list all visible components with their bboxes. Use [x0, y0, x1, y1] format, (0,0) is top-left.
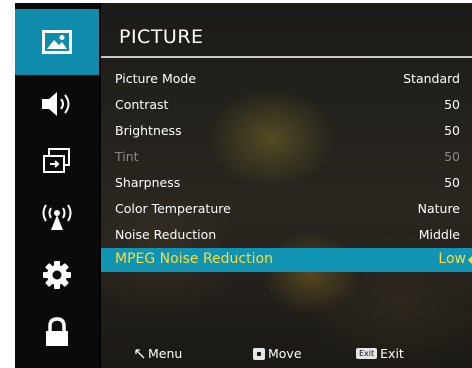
return-arrow-icon [135, 348, 145, 358]
sidebar-item-picture[interactable] [15, 9, 99, 75]
footer-menu-label: Menu [148, 346, 183, 361]
footer-exit-hint: Exit Exit [356, 346, 404, 361]
menu-item-noise-reduction[interactable]: Noise Reduction Middle [101, 223, 472, 249]
key-hint-footer: Menu Move Exit Exit [101, 343, 472, 363]
picture-icon [42, 30, 72, 54]
menu-item-label: Color Temperature [115, 201, 231, 216]
tv-osd-menu: PICTURE Picture Mode Standard Contrast 5… [15, 3, 472, 368]
menu-item-label: MPEG Noise Reduction [115, 251, 273, 267]
left-arrow-icon[interactable] [468, 256, 472, 264]
lock-icon [46, 316, 68, 346]
menu-item-brightness[interactable]: Brightness 50 [101, 119, 472, 145]
menu-item-label: Contrast [115, 97, 169, 112]
menu-item-value: Nature [417, 201, 460, 216]
menu-item-picture-mode[interactable]: Picture Mode Standard [101, 67, 472, 93]
menu-item-mpeg-noise-reduction[interactable]: MPEG Noise Reduction Low [101, 248, 472, 272]
menu-item-label: Picture Mode [115, 71, 197, 86]
footer-exit-label: Exit [380, 346, 404, 361]
menu-item-label: Noise Reduction [115, 227, 217, 242]
menu-item-value: 50 [444, 97, 460, 112]
menu-title: PICTURE [119, 26, 204, 48]
sidebar-item-sound[interactable] [15, 75, 99, 132]
picture-settings-panel: PICTURE Picture Mode Standard Contrast 5… [101, 3, 472, 368]
menu-item-value: 50 [444, 149, 460, 164]
menu-item-contrast[interactable]: Contrast 50 [101, 93, 472, 119]
menu-item-value: Low [438, 251, 466, 267]
menu-item-value: 50 [444, 175, 460, 190]
sidebar-item-lock[interactable] [15, 303, 99, 360]
menu-item-value: Standard [403, 71, 460, 86]
footer-move-hint: Move [253, 346, 302, 361]
footer-menu-hint: Menu [135, 346, 182, 361]
menu-item-label: Brightness [115, 123, 182, 138]
input-source-icon [43, 147, 70, 173]
footer-move-label: Move [268, 346, 302, 361]
sidebar-item-network[interactable] [15, 189, 99, 246]
menu-header: PICTURE [101, 23, 472, 65]
speaker-icon [42, 91, 70, 116]
wireless-signal-icon [42, 203, 72, 230]
sidebar-item-settings[interactable] [15, 246, 99, 303]
menu-item-sharpness[interactable]: Sharpness 50 [101, 171, 472, 197]
dpad-icon [253, 347, 265, 360]
category-sidebar [15, 3, 99, 368]
menu-item-value: 50 [444, 123, 460, 138]
title-divider [101, 56, 472, 58]
menu-item-color-temperature[interactable]: Color Temperature Nature [101, 197, 472, 223]
sidebar-item-input[interactable] [15, 132, 99, 189]
menu-item-label: Tint [115, 149, 139, 164]
menu-item-tint: Tint 50 [101, 145, 472, 171]
menu-item-value: Middle [418, 227, 460, 242]
menu-item-label: Sharpness [115, 175, 181, 190]
gear-icon [43, 260, 71, 289]
exit-key-icon: Exit [356, 348, 378, 359]
